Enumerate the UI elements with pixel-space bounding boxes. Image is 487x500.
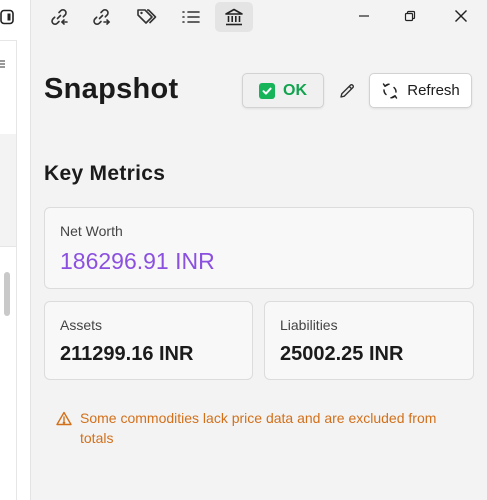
assets-card: Assets 211299.16 INR (44, 301, 253, 380)
top-toolbar (31, 0, 487, 34)
ok-button[interactable]: OK (242, 73, 324, 108)
net-worth-value: 186296.91 INR (60, 248, 215, 274)
minimize-button[interactable] (341, 0, 387, 32)
menu-lines-icon[interactable] (0, 56, 8, 72)
divider (30, 0, 31, 500)
sidebar-edge (0, 0, 30, 500)
liabilities-card: Liabilities 25002.25 INR (264, 301, 474, 380)
refresh-button[interactable]: Refresh (369, 73, 472, 108)
bank-icon[interactable] (215, 2, 253, 32)
ok-label: OK (283, 81, 307, 99)
warning-text: Some commodities lack price data and are… (80, 410, 437, 446)
restore-icon (404, 10, 416, 22)
section-title: Key Metrics (44, 162, 166, 185)
refresh-label: Refresh (407, 82, 460, 99)
net-worth-card: Net Worth 186296.91 INR (44, 207, 474, 289)
sidebar-panel (0, 134, 16, 246)
refresh-icon (382, 82, 398, 99)
liabilities-label: Liabilities (280, 317, 338, 333)
assets-value: 211299.16 INR (60, 343, 194, 365)
scrollbar-thumb[interactable] (4, 272, 10, 316)
divider (0, 246, 16, 247)
link-in-icon[interactable] (40, 2, 78, 32)
net-worth-label: Net Worth (60, 223, 123, 239)
warning-icon (56, 411, 72, 426)
sidebar-toggle-icon[interactable] (0, 9, 14, 25)
page-title: Snapshot (44, 73, 179, 105)
close-button[interactable] (438, 0, 484, 32)
tags-icon[interactable] (128, 2, 166, 32)
edit-button[interactable] (335, 78, 359, 104)
restore-button[interactable] (387, 0, 433, 32)
link-out-icon[interactable] (82, 2, 120, 32)
pencil-icon (340, 83, 355, 98)
divider (16, 40, 17, 500)
minimize-icon (359, 15, 369, 17)
assets-label: Assets (60, 317, 103, 333)
divider (0, 40, 16, 41)
liabilities-value: 25002.25 INR (280, 343, 404, 365)
warning-message: Some commodities lack price data and are… (56, 408, 456, 448)
close-icon (455, 10, 467, 22)
checkmark-icon (259, 82, 275, 99)
list-icon[interactable] (172, 2, 210, 32)
app-window: Snapshot OK Refresh Key Metrics Net Wort… (0, 0, 487, 500)
